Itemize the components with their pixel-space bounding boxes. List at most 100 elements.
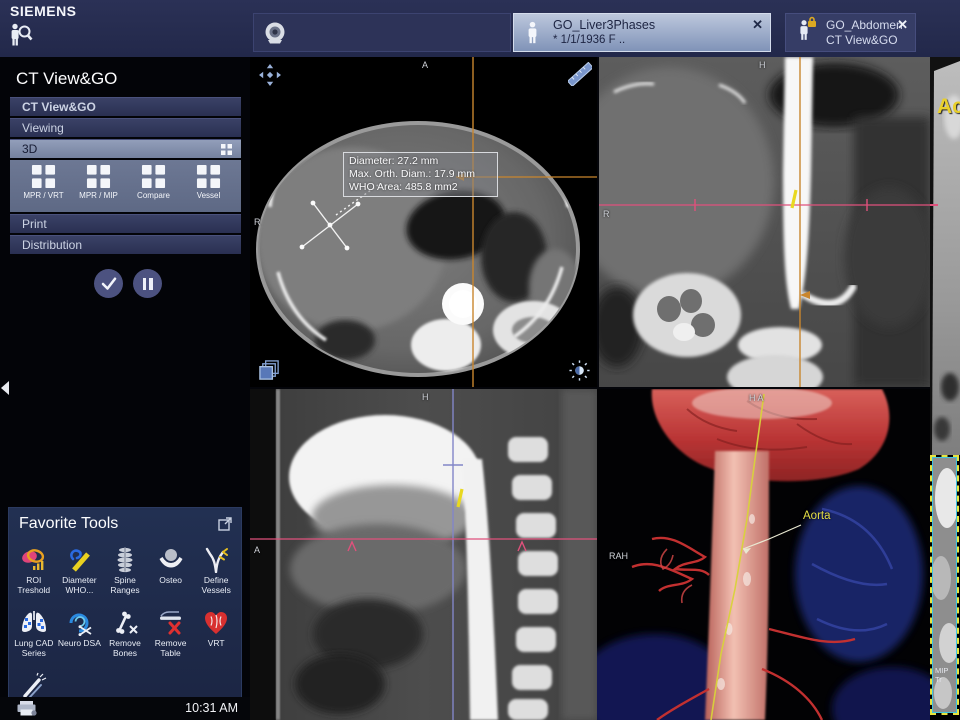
tab-title: GO_Abdomen bbox=[826, 18, 903, 33]
diameter-who-icon bbox=[64, 546, 94, 573]
tool-roi-threshold[interactable]: ROI Treshold bbox=[11, 542, 57, 605]
tool-osteo[interactable]: Osteo bbox=[148, 542, 194, 605]
tab-slot-empty[interactable] bbox=[253, 13, 511, 52]
check-icon bbox=[100, 276, 118, 292]
tool-label: Remove Table bbox=[148, 638, 194, 658]
menu-item-print[interactable]: Print bbox=[10, 214, 241, 233]
close-icon[interactable]: ✕ bbox=[752, 17, 763, 33]
quad-layout-icon bbox=[141, 164, 166, 189]
orientation-label-top: H bbox=[759, 60, 766, 70]
clock-time: 10:31 AM bbox=[185, 701, 238, 715]
layout-label: MPR / MIP bbox=[79, 191, 118, 200]
measurement-max-orth: Max. Orth. Diam.: 17.9 mm bbox=[349, 168, 492, 181]
patient-icon bbox=[526, 21, 539, 44]
patient-search-glyph bbox=[7, 22, 34, 49]
popout-icon[interactable] bbox=[218, 517, 232, 536]
spine-ranges-icon bbox=[110, 546, 140, 573]
ruler-icon[interactable] bbox=[568, 62, 592, 91]
strip-selection-box[interactable]: MIP Tr bbox=[930, 455, 959, 715]
lock-icon bbox=[807, 16, 817, 28]
tab-liver3phases[interactable]: GO_Liver3Phases * 1/1/1936 F .. ✕ bbox=[513, 13, 771, 52]
tool-label: Spine Ranges bbox=[102, 575, 148, 595]
layout-vessel[interactable]: Vessel bbox=[181, 164, 236, 212]
favorite-tools-header: Favorite Tools bbox=[9, 508, 241, 540]
roi-threshold-icon bbox=[19, 546, 49, 573]
tool-vrt[interactable]: VRT bbox=[193, 605, 239, 668]
neuro-dsa-icon bbox=[64, 609, 94, 636]
viewport-vrt-3d[interactable]: H A RAH Aorta bbox=[597, 389, 930, 720]
viewport-sagittal[interactable]: H A bbox=[250, 389, 597, 720]
pause-button[interactable] bbox=[133, 269, 162, 298]
tool-remove-table[interactable]: Remove Table bbox=[148, 605, 194, 668]
close-icon[interactable]: ✕ bbox=[897, 17, 908, 33]
stack-icon[interactable] bbox=[258, 359, 281, 387]
vrt-heart-icon bbox=[201, 609, 231, 636]
menu-item-distribution[interactable]: Distribution bbox=[10, 235, 241, 254]
printer-icon[interactable] bbox=[16, 700, 38, 720]
confirm-button[interactable] bbox=[94, 269, 123, 298]
orientation-label-left: R bbox=[254, 217, 261, 227]
pan-icon[interactable] bbox=[258, 63, 282, 92]
menu-label: Print bbox=[22, 217, 47, 231]
tool-label: Osteo bbox=[159, 575, 182, 585]
sidebar-collapse-arrow[interactable] bbox=[1, 381, 9, 395]
tab-abdomen[interactable]: GO_Abdomen CT View&GO ✕ bbox=[785, 13, 916, 52]
tab-text: GO_Liver3Phases * 1/1/1936 F .. bbox=[553, 18, 655, 48]
quad-layout-icon bbox=[86, 164, 111, 189]
sagittal-crosshair-overlay[interactable] bbox=[250, 389, 597, 720]
quad-layout-icon bbox=[31, 164, 56, 189]
tool-spine-ranges[interactable]: Spine Ranges bbox=[102, 542, 148, 605]
patient-search-icon[interactable] bbox=[7, 22, 34, 49]
remove-bones-icon bbox=[110, 609, 140, 636]
viewport-coronal[interactable]: H R bbox=[599, 57, 930, 387]
menu-item-viewing[interactable]: Viewing bbox=[10, 118, 241, 137]
vessel-measurement-annotation[interactable]: Diameter: 27.2 mm Max. Orth. Diam.: 17.9… bbox=[343, 152, 498, 197]
siemens-logo: SIEMENS bbox=[10, 3, 77, 19]
strip-selection-inner: MIP Tr bbox=[932, 457, 957, 713]
tool-label: ROI Treshold bbox=[11, 575, 57, 595]
tool-diameter-who[interactable]: Diameter WHO... bbox=[57, 542, 103, 605]
layout-compare[interactable]: Compare bbox=[126, 164, 181, 212]
orientation-label-top: H A bbox=[749, 393, 764, 403]
strip-top-label: Ac bbox=[937, 95, 960, 119]
layout-mpr-mip[interactable]: MPR / MIP bbox=[71, 164, 126, 212]
patient-locked-icon bbox=[798, 19, 810, 46]
tab-subtitle: CT View&GO bbox=[826, 33, 903, 48]
layout-mpr-vrt[interactable]: MPR / VRT bbox=[16, 164, 71, 212]
menu-item-3d[interactable]: 3D bbox=[10, 139, 241, 158]
layout-tools-panel: MPR / VRT MPR / MIP Compare bbox=[10, 160, 241, 212]
quad-layout-icon bbox=[196, 164, 221, 189]
orientation-label-top: H bbox=[422, 392, 429, 402]
tab-text: GO_Abdomen CT View&GO bbox=[826, 18, 903, 48]
aorta-finding-label[interactable]: Aorta bbox=[803, 510, 831, 522]
page-title: CT View&GO bbox=[16, 69, 117, 89]
side-strip-viewport[interactable]: Ac MIP Tr bbox=[930, 57, 960, 720]
define-vessels-icon bbox=[201, 546, 231, 573]
tool-remove-bones[interactable]: Remove Bones bbox=[102, 605, 148, 668]
viewport-axial[interactable]: A R Diameter: 27.2 mm Max. Orth. Diam.: … bbox=[250, 57, 597, 387]
axial-crosshair-overlay[interactable] bbox=[250, 57, 597, 387]
remove-table-icon bbox=[156, 609, 186, 636]
tool-label: Remove Bones bbox=[102, 638, 148, 658]
tool-label: Diameter WHO... bbox=[57, 575, 103, 595]
tool-lung-cad-series[interactable]: Lung CAD Series bbox=[11, 605, 57, 668]
menu-label: Distribution bbox=[22, 238, 82, 252]
lung-cad-icon bbox=[19, 609, 49, 636]
tool-neuro-dsa[interactable]: Neuro DSA bbox=[57, 605, 103, 668]
menu-label: Viewing bbox=[22, 121, 64, 135]
brightness-icon[interactable] bbox=[568, 359, 591, 387]
osteo-icon bbox=[156, 546, 186, 573]
orientation-label-left: R bbox=[603, 209, 610, 219]
orientation-label-left: A bbox=[254, 545, 260, 555]
tab-subtitle: * 1/1/1936 F .. bbox=[553, 33, 655, 47]
grid-icon bbox=[220, 143, 233, 156]
orientation-label-left: RAH bbox=[609, 551, 628, 561]
status-bar: 10:31 AM bbox=[0, 697, 250, 720]
vrt-centerline-overlay[interactable] bbox=[597, 389, 930, 720]
top-bar: SIEMENS bbox=[0, 0, 960, 57]
tool-define-vessels[interactable]: Define Vessels bbox=[193, 542, 239, 605]
layout-label: MPR / VRT bbox=[23, 191, 63, 200]
menu-item-ct-viewgo[interactable]: CT View&GO bbox=[10, 97, 241, 116]
measurement-diameter: Diameter: 27.2 mm bbox=[349, 155, 492, 168]
coronal-crosshair-overlay[interactable] bbox=[599, 57, 930, 387]
